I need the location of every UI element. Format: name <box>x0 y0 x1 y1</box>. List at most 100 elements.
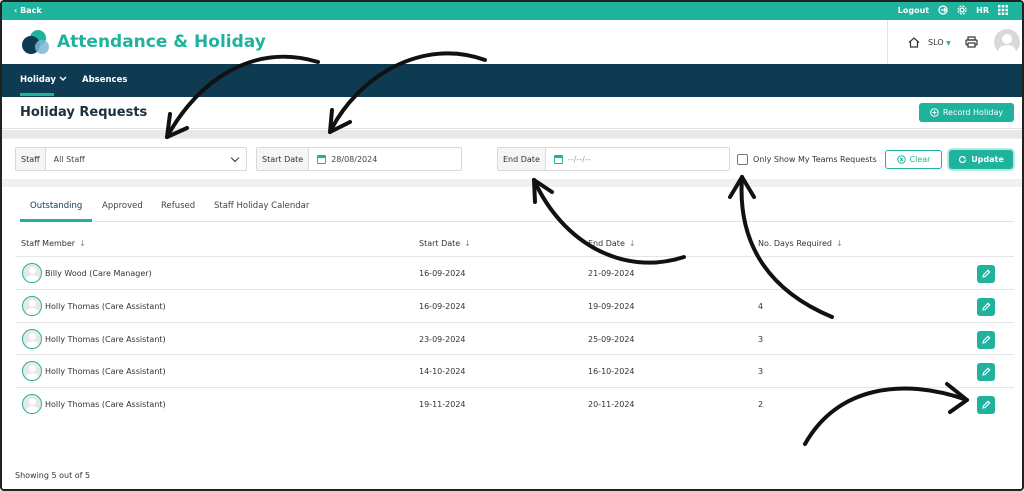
edit-button[interactable] <box>977 298 995 316</box>
staff-name: Holly Thomas (Care Assistant) <box>45 302 166 311</box>
start-date: 16-09-2024 <box>419 302 466 311</box>
clear-label: Clear <box>909 155 931 164</box>
days-required: 3 <box>758 335 764 344</box>
app-window: ‹ Back Logout HR Attendance & Holiday SL… <box>0 0 1024 491</box>
header-actions: SLO ▼ <box>887 20 1022 64</box>
location-selector[interactable]: SLO ▼ <box>928 38 951 47</box>
nav-active-indicator <box>20 93 54 96</box>
location-label: SLO <box>928 37 944 47</box>
column-header-end-date[interactable]: End Date ↓ <box>588 239 636 248</box>
staff-avatar <box>22 263 42 283</box>
staff-name: Holly Thomas (Care Assistant) <box>45 335 166 344</box>
filter-band-strip <box>2 130 1022 138</box>
home-icon[interactable] <box>908 36 920 48</box>
start-date: 19-11-2024 <box>419 400 466 409</box>
pencil-icon <box>982 367 991 376</box>
start-date: 14-10-2024 <box>419 367 466 376</box>
staff-select[interactable]: Staff All Staff <box>15 147 247 171</box>
nav-item-absences[interactable]: Absences <box>82 75 127 85</box>
table-row: Billy Wood (Care Manager) 16-09-2024 21-… <box>15 256 1014 289</box>
logout-icon[interactable] <box>938 5 948 15</box>
start-date: 23-09-2024 <box>419 335 466 344</box>
user-initials[interactable]: HR <box>976 6 989 15</box>
tab-approved[interactable]: Approved <box>102 201 143 211</box>
clear-button[interactable]: Clear <box>885 150 942 169</box>
page-title: Holiday Requests <box>20 105 148 120</box>
team-requests-checkbox[interactable] <box>737 154 748 165</box>
end-date: 21-09-2024 <box>588 269 635 278</box>
staff-value: All Staff <box>53 154 85 164</box>
start-date-label: Start Date <box>257 148 310 170</box>
staff-name: Holly Thomas (Care Assistant) <box>45 367 166 376</box>
main-nav: Holiday Absences <box>2 64 1022 97</box>
end-date: 16-10-2024 <box>588 367 635 376</box>
plus-circle-icon <box>930 108 939 117</box>
nav-item-holiday[interactable]: Holiday <box>20 75 67 85</box>
sort-arrow-icon: ↓ <box>464 239 471 248</box>
app-header: Attendance & Holiday SLO ▼ <box>2 20 1022 64</box>
top-bar-actions: Logout HR <box>898 5 1008 15</box>
pencil-icon <box>982 335 991 344</box>
user-avatar[interactable] <box>993 29 1020 55</box>
sort-arrow-icon: ↓ <box>628 239 636 248</box>
status-tabs: Outstanding Approved Refused Staff Holid… <box>20 197 1014 222</box>
column-label: Start Date <box>419 239 461 248</box>
table-header: Staff Member ↓ Start Date ↓ End Date ↓ No. … <box>20 234 1014 254</box>
tab-active-indicator <box>20 219 92 222</box>
pencil-icon <box>982 269 991 278</box>
column-header-start-date[interactable]: Start Date ↓ <box>419 239 471 248</box>
start-date-value: 28/08/2024 <box>331 154 378 164</box>
tab-staff-holiday-calendar[interactable]: Staff Holiday Calendar <box>214 201 309 211</box>
end-date-field[interactable]: End Date --/--/-- <box>497 147 730 171</box>
edit-button[interactable] <box>977 331 995 349</box>
sort-arrow-icon: ↓ <box>79 239 86 248</box>
clear-circle-icon <box>896 155 906 164</box>
apps-grid-icon[interactable] <box>998 5 1008 15</box>
printer-icon[interactable] <box>965 36 978 48</box>
staff-label: Staff <box>16 148 46 170</box>
end-date: 19-09-2024 <box>588 302 635 311</box>
days-required: 2 <box>758 400 764 409</box>
staff-avatar <box>22 394 42 414</box>
column-header-days[interactable]: No. Days Required ↓ <box>758 239 843 248</box>
staff-name: Billy Wood (Care Manager) <box>45 269 152 278</box>
tab-refused[interactable]: Refused <box>161 201 195 211</box>
staff-avatar <box>22 296 42 316</box>
table-row: Holly Thomas (Care Assistant) 14-10-2024… <box>15 354 1014 387</box>
end-date: 20-11-2024 <box>588 400 635 409</box>
edit-button[interactable] <box>977 363 995 381</box>
column-header-staff[interactable]: Staff Member ↓ <box>21 239 86 248</box>
caret-down-icon: ▼ <box>946 39 951 47</box>
record-holiday-button[interactable]: Record Holiday <box>919 103 1014 122</box>
end-date: 25-09-2024 <box>588 335 635 344</box>
tab-outstanding[interactable]: Outstanding <box>30 201 82 211</box>
edit-button[interactable] <box>977 265 995 283</box>
table-row: Holly Thomas (Care Assistant) 19-11-2024… <box>15 387 1014 420</box>
app-title: Attendance & Holiday <box>57 32 266 52</box>
start-date-field[interactable]: Start Date 28/08/2024 <box>256 147 462 171</box>
calendar-icon <box>553 154 563 164</box>
app-logo-icon <box>22 30 49 54</box>
back-link[interactable]: ‹ Back <box>14 6 42 15</box>
top-bar: ‹ Back Logout HR <box>2 2 1022 20</box>
column-label: Staff Member <box>21 239 76 248</box>
end-date-placeholder: --/--/-- <box>567 154 591 164</box>
results-count: Showing 5 out of 5 <box>15 471 91 480</box>
page-title-bar: Holiday Requests Record Holiday <box>2 97 1022 129</box>
pencil-icon <box>982 400 991 409</box>
refresh-icon <box>959 155 967 164</box>
update-button[interactable]: Update <box>949 150 1013 169</box>
gear-icon[interactable] <box>957 5 967 15</box>
end-date-label: End Date <box>498 148 546 170</box>
staff-avatar <box>22 361 42 381</box>
table-row: Holly Thomas (Care Assistant) 16-09-2024… <box>15 289 1014 322</box>
days-required: 3 <box>758 367 764 376</box>
edit-button[interactable] <box>977 396 995 414</box>
record-holiday-label: Record Holiday <box>942 108 1004 117</box>
start-date: 16-09-2024 <box>419 269 466 278</box>
staff-name: Holly Thomas (Care Assistant) <box>45 400 166 409</box>
pencil-icon <box>982 302 991 311</box>
days-required: 4 <box>758 302 764 311</box>
logout-link[interactable]: Logout <box>898 6 929 15</box>
chevron-down-icon <box>59 76 67 81</box>
